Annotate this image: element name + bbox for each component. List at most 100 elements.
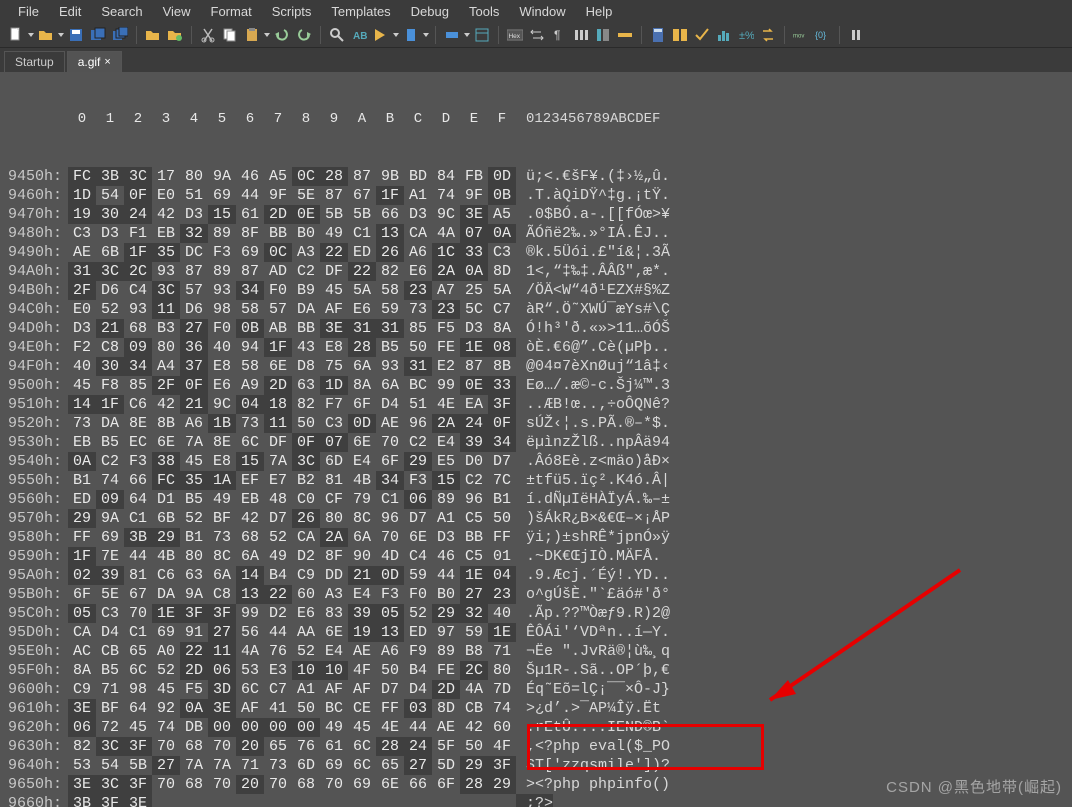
bytes-cell[interactable]: 141FC642219C041882F76FD4514EEA3F: [68, 395, 516, 414]
ascii-cell[interactable]: ÿi;)±shRÊ*jpnÓ»ÿ: [516, 528, 670, 547]
hex-row[interactable]: 9490h:AE6B1F35DCF3690CA322ED26A61C33C3®k…: [0, 243, 1072, 262]
ascii-cell[interactable]: ü;<.€šF¥.(‡›½„û.: [516, 167, 670, 186]
hex-row[interactable]: 9460h:1D540FE05169449F5E87671FA1749F0B.T…: [0, 186, 1072, 205]
bytes-cell[interactable]: EBB5EC6E7A8E6CDF0F076E70C2E43934: [68, 433, 516, 452]
goto-dropdown-icon[interactable]: [393, 25, 399, 45]
menu-search[interactable]: Search: [91, 2, 152, 21]
bytes-cell[interactable]: 3E3C3F70687020706870696E666F2829: [68, 775, 516, 794]
ascii-cell[interactable]: .Ãp.??™Òæƒ9.R)2@: [516, 604, 670, 623]
bytes-cell[interactable]: 2FD6C43C579334F0B9455A5823A7255A: [68, 281, 516, 300]
bytes-cell[interactable]: F2C809803640941F43E828B550FE1E08: [68, 338, 516, 357]
bytes-cell[interactable]: 299AC16B52BF42D726808C96D7A1C550: [68, 509, 516, 528]
cut-icon[interactable]: [198, 25, 218, 45]
hex-row[interactable]: 9520h:73DA8E8BA61B731150C30DAE962A240FsÚ…: [0, 414, 1072, 433]
ascii-cell[interactable]: Éq˜Eõ=lÇ¡¯¯×Ô-J}: [516, 680, 670, 699]
menu-window[interactable]: Window: [509, 2, 575, 21]
bytes-cell[interactable]: CAD4C16991275644AA6E1913ED97591E: [68, 623, 516, 642]
undo-icon[interactable]: [272, 25, 292, 45]
line-width-icon[interactable]: ¶: [549, 25, 569, 45]
bytes-cell[interactable]: 8AB56C522D0653E310104F50B4FE2C80: [68, 661, 516, 680]
close-icon[interactable]: ×: [104, 56, 110, 68]
bookmark-icon[interactable]: [401, 25, 421, 45]
ascii-cell[interactable]: ±tfü5.ïç².K4ó.Â|: [516, 471, 670, 490]
ascii-cell[interactable]: .9.Æcj.´Éý!.YD..: [516, 566, 670, 585]
new-file-dropdown-icon[interactable]: [28, 25, 34, 45]
menu-edit[interactable]: Edit: [49, 2, 91, 21]
menu-scripts[interactable]: Scripts: [262, 2, 322, 21]
calculator-icon[interactable]: [648, 25, 668, 45]
hex-row[interactable]: 9470h:19302442D315612D0E5B5B66D39C3EA5.0…: [0, 205, 1072, 224]
addresses-icon[interactable]: [593, 25, 613, 45]
hex-row[interactable]: 9500h:45F8852F0FE6A92D631D8A6ABC990E33Eø…: [0, 376, 1072, 395]
menu-view[interactable]: View: [153, 2, 201, 21]
copy-icon[interactable]: [220, 25, 240, 45]
redo-icon[interactable]: [294, 25, 314, 45]
bytes-cell[interactable]: 73DA8E8BA61B731150C30DAE962A240F: [68, 414, 516, 433]
hex-row[interactable]: 9450h:FC3B3C17809A46A50C28879BBD84FB0Dü;…: [0, 167, 1072, 186]
hex-row[interactable]: 9630h:823C3F706870206576616C28245F504F‚<…: [0, 737, 1072, 756]
ascii-cell[interactable]: ..ÆB!œ..‚÷oÔQNê?: [516, 395, 670, 414]
find-strings-icon[interactable]: AB: [349, 25, 369, 45]
bytes-cell[interactable]: 023981C6636A14B4C9DD210D59441E04: [68, 566, 516, 585]
ascii-cell[interactable]: ÊÔÁi'‘VDªn..í—Y.: [516, 623, 670, 642]
ascii-cell[interactable]: @04¤7èXnØuj“1â‡‹: [516, 357, 670, 376]
ascii-cell[interactable]: /ÖÄ<W“4ð¹EZX#§%Z: [516, 281, 670, 300]
bytes-cell[interactable]: 45F8852F0FE6A92D631D8A6ABC990E33: [68, 376, 516, 395]
group-icon[interactable]: [571, 25, 591, 45]
ascii-cell[interactable]: )šÁkR¿B×&€Œ–×¡ÅP: [516, 509, 670, 528]
bytes-cell[interactable]: FC3B3C17809A46A50C28879BBD84FB0D: [68, 167, 516, 186]
bytes-cell[interactable]: FF693B29B1736852CA2A6A706ED3BBFF: [68, 528, 516, 547]
hex-row[interactable]: 94B0h:2FD6C43C579334F0B9455A5823A7255A/Ö…: [0, 281, 1072, 300]
menu-format[interactable]: Format: [201, 2, 262, 21]
ascii-cell[interactable]: .~DK€ŒjIÒ.MÄFÅ.: [516, 547, 661, 566]
open-process-icon[interactable]: [165, 25, 185, 45]
hex-row[interactable]: 94F0h:403034A437E8586ED8756A9331E2878B@0…: [0, 357, 1072, 376]
ascii-cell[interactable]: àR“.Ö˜XWÚ¯æYs#\Ç: [516, 300, 670, 319]
ascii-cell[interactable]: ‚<?php eval($_PO: [516, 737, 670, 756]
bytes-cell[interactable]: D32168B327F00BABBB3E313185F5D38A: [68, 319, 516, 338]
hex-row[interactable]: 9560h:ED0964D1B549EB48C0CF79C1068996B1í.…: [0, 490, 1072, 509]
highlight-dropdown-icon[interactable]: [464, 25, 470, 45]
bytes-cell[interactable]: 3B3F3E: [68, 794, 516, 807]
ascii-cell[interactable]: ;?>: [516, 794, 553, 807]
hex-row[interactable]: 9590h:1F7E444B808C6A49D28F904DC446C501.~…: [0, 547, 1072, 566]
tab-agif[interactable]: a.gif ×: [67, 51, 122, 72]
ascii-cell[interactable]: .0$BÓ.a-.[[fÓœ>¥: [516, 205, 670, 224]
open-drive-icon[interactable]: [143, 25, 163, 45]
toggle-endian-icon[interactable]: [527, 25, 547, 45]
histogram-icon[interactable]: [714, 25, 734, 45]
menu-debug[interactable]: Debug: [401, 2, 459, 21]
open-file-icon[interactable]: [36, 25, 56, 45]
hex-row[interactable]: 9570h:299AC16B52BF42D726808C96D7A1C550)š…: [0, 509, 1072, 528]
bytes-cell[interactable]: ED0964D1B549EB48C0CF79C1068996B1: [68, 490, 516, 509]
bytes-cell[interactable]: 05C3701E3F3F99D2E683390552293240: [68, 604, 516, 623]
ascii-cell[interactable]: .Âó8Eè.z<mäo)åÐ×: [516, 452, 670, 471]
ascii-cell[interactable]: 1<,“‡‰‡.ÂÂß"‚æ*.: [516, 262, 670, 281]
hex-row[interactable]: 9620h:06724574DB0000000049454E44AE4260.r…: [0, 718, 1072, 737]
bytes-cell[interactable]: C9719845F53D6CC7A1AFAFD7D42D4A7D: [68, 680, 516, 699]
bytes-cell[interactable]: 0AC2F33845E8157A3C6DE46F29E5D0D7: [68, 452, 516, 471]
menu-tools[interactable]: Tools: [459, 2, 509, 21]
ruler-icon[interactable]: [615, 25, 635, 45]
bytes-cell[interactable]: 1D540FE05169449F5E87671FA1749F0B: [68, 186, 516, 205]
ascii-cell[interactable]: Šµ1R-.Sã..OP´þ,€: [516, 661, 670, 680]
convert-icon[interactable]: [758, 25, 778, 45]
ascii-cell[interactable]: í.dÑµIëHÀÏyÁ.‰–±: [516, 490, 670, 509]
hex-row[interactable]: 9540h:0AC2F33845E8157A3C6DE46F29E5D0D7.Â…: [0, 452, 1072, 471]
bytes-cell[interactable]: 823C3F706870206576616C28245F504F: [68, 737, 516, 756]
checksum-icon[interactable]: [692, 25, 712, 45]
bytes-cell[interactable]: 6F5E67DA9AC8132260A3E4F3F0B02723: [68, 585, 516, 604]
ascii-cell[interactable]: ÃÓñë2‰.»°IÁ.ÊJ..: [516, 224, 670, 243]
hex-row[interactable]: 95D0h:CAD4C16991275644AA6E1913ED97591EÊÔ…: [0, 623, 1072, 642]
menu-help[interactable]: Help: [576, 2, 623, 21]
hex-row[interactable]: 95A0h:023981C6636A14B4C9DD210D59441E04.9…: [0, 566, 1072, 585]
hex-row[interactable]: 9530h:EBB5EC6E7A8E6CDF0F076E70C2E43934ëµ…: [0, 433, 1072, 452]
ascii-cell[interactable]: Eø…/.æ©-c.Šj¼™.3: [516, 376, 670, 395]
paste-icon[interactable]: [242, 25, 262, 45]
open-file-dropdown-icon[interactable]: [58, 25, 64, 45]
ascii-cell[interactable]: ®k.5Üói.£"í&¦.3Ã: [516, 243, 670, 262]
bytes-cell[interactable]: C3D3F1EB32898FBBB049C113CA4A070A: [68, 224, 516, 243]
hex-row[interactable]: 94E0h:F2C809803640941F43E828B550FE1E08òÈ…: [0, 338, 1072, 357]
bytes-cell[interactable]: E0529311D6985857DAAFE65973235CC7: [68, 300, 516, 319]
hex-toggle-icon[interactable]: Hex: [505, 25, 525, 45]
